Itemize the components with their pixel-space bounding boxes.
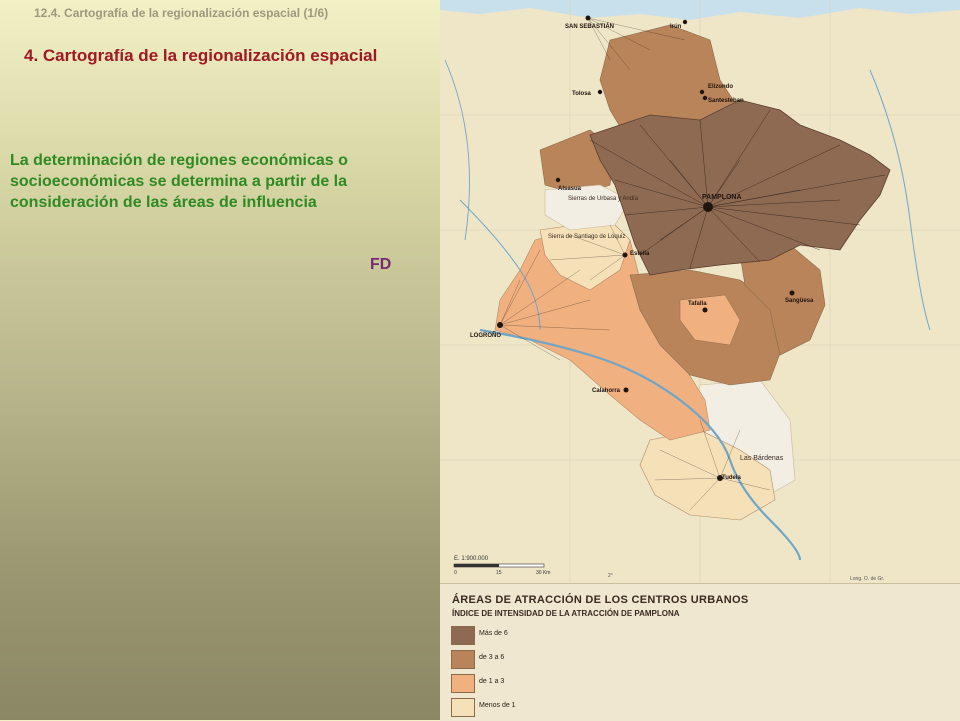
city-label-santesteban: Santesteban [708, 98, 744, 104]
city-label-san-sebastian: SAN SEBASTIÁN [565, 23, 614, 30]
legend-title: ÁREAS DE ATRACCIÓN DE LOS CENTROS URBANO… [452, 594, 749, 606]
fd-tag: FD [370, 256, 392, 273]
longitude-label: Long. O. de Gr. [850, 576, 884, 582]
city-dot-santesteban [702, 95, 708, 101]
legend-swatch [451, 698, 475, 717]
area-label-bardenas: Las Bárdenas [740, 455, 784, 462]
legend-label: de 1 a 3 [479, 678, 505, 685]
city-label-pamplona: PAMPLONA [702, 194, 742, 201]
scale-tick-15: 15 [496, 570, 502, 576]
city-label-tolosa: Tolosa [572, 91, 592, 97]
city-label-irun: Irún [670, 24, 682, 30]
scale-tick-30: 30 Km [536, 570, 550, 576]
city-dot-irun [682, 19, 688, 25]
legend-swatch [451, 674, 475, 693]
city-label-elizondo: Elizondo [708, 84, 733, 90]
slide-header: 12.4. Cartografía de la regionalización … [34, 6, 329, 20]
scale-text: E. 1:900.000 [454, 556, 489, 562]
body-text: La determinación de regiones económicas … [10, 152, 348, 211]
regionalization-map: SAN SEBASTIÁN Irún Tolosa Elizondo Sante… [440, 0, 960, 583]
city-label-alsasua: Alsasua [558, 186, 582, 192]
area-label-santiago-loquiz: Sierra de Santiago de Lóquiz [548, 234, 625, 240]
legend-swatch [451, 626, 475, 645]
city-dot-alsasua [555, 177, 561, 183]
city-dot-tafalla [702, 307, 708, 313]
city-dot-logrono [497, 322, 503, 328]
legend-label: Menos de 1 [479, 702, 516, 709]
city-label-tafalla: Tafalla [688, 301, 707, 307]
legend-subtitle: ÍNDICE DE INTENSIDAD DE LA ATRACCIÓN DE … [452, 609, 680, 618]
city-dot-pamplona [703, 202, 713, 212]
city-dot-estella [622, 252, 628, 258]
city-dot-tolosa [597, 89, 603, 95]
city-label-calahorra: Calahorra [592, 388, 621, 394]
map-legend: ÁREAS DE ATRACCIÓN DE LOS CENTROS URBANO… [440, 583, 960, 721]
area-label-urbasa: Sierras de Urbasa y Andía [568, 196, 639, 202]
city-label-sanguesa: Sangüesa [785, 298, 814, 304]
city-dot-calahorra [623, 387, 629, 393]
legend-label: de 3 a 6 [479, 654, 505, 661]
legend-swatch [451, 650, 475, 669]
longitude-tick: 2° [608, 573, 613, 579]
slide-text-panel: 12.4. Cartografía de la regionalización … [0, 0, 440, 720]
city-label-estella: Estella [630, 251, 650, 257]
section-title: 4. Cartografía de la regionalización esp… [24, 46, 378, 65]
city-label-tudela: Tudela [722, 475, 742, 481]
legend-label: Más de 6 [479, 630, 508, 637]
city-dot-san-sebastian [585, 15, 591, 21]
scale-tick-0: 0 [454, 570, 457, 576]
city-dot-elizondo [699, 89, 705, 95]
city-dot-sanguesa [789, 290, 795, 296]
city-label-logrono: LOGROÑO [470, 332, 501, 339]
